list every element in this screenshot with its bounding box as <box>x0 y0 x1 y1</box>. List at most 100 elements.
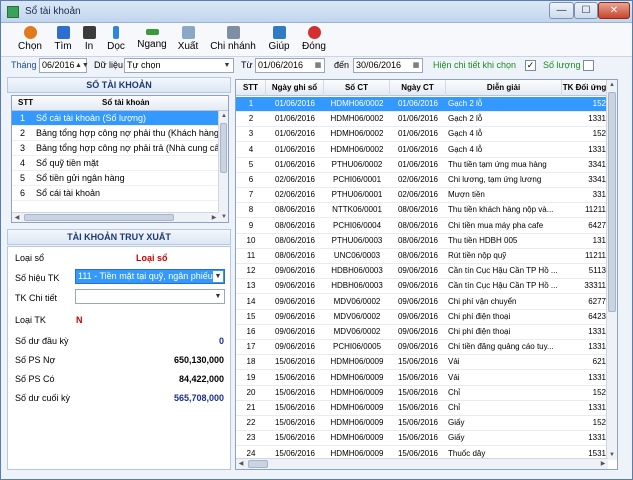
table-row[interactable]: 22 15/06/2016 HDMH06/0009 15/06/2016 Giấy 152 <box>236 416 608 432</box>
scroll-up-icon[interactable]: ▲ <box>607 80 617 90</box>
from-date-input[interactable]: 01/06/2016 ▦ <box>255 58 325 73</box>
minimize-button[interactable]: — <box>549 2 574 19</box>
cell-voucher-date: 09/06/2016 <box>397 327 439 336</box>
cell-contra-account: 152 <box>592 129 606 139</box>
table-row[interactable]: 23 15/06/2016 HDMH06/0009 15/06/2016 Giấy 133… <box>236 431 608 447</box>
table-row[interactable]: 11 08/06/2016 UNC06/0003 08/06/2016 Rút tiền… <box>236 249 608 264</box>
table-row[interactable]: 7 02/06/2016 PTHU06/0001 02/06/2016 Mượn tiề… <box>236 188 608 204</box>
cell-contra-account: 6277 <box>588 296 606 306</box>
branch-button[interactable]: Chi nhánh <box>209 25 257 55</box>
cell-voucher-no: HDBH06/0003 <box>331 266 383 276</box>
cell-description: Rút tiền nộp quỹ <box>448 251 507 260</box>
spinner-icon[interactable]: ▲▼ <box>75 60 89 71</box>
list-item[interactable]: 6 Sổ cái tài khoản <box>12 186 228 201</box>
col-voucher-date[interactable]: Ngày CT <box>390 80 446 96</box>
account-number-select[interactable]: 111 - Tiền mặt tại quỹ, ngân phiếu ▼ <box>75 269 225 284</box>
table-row[interactable]: 20 15/06/2016 HDMH06/0009 15/06/2016 Chỉ 152 <box>236 386 608 401</box>
account-number-value: 111 - Tiền mặt tại quỹ, ngân phiếu <box>78 271 213 281</box>
data-source-select[interactable]: Tự chọn ▼ <box>124 58 234 73</box>
account-type-label: Loại TK <box>15 315 46 325</box>
list-item[interactable]: 5 Sổ tiền gửi ngân hàng <box>12 171 228 186</box>
table-row[interactable]: 13 09/06/2016 HDBH06/0003 09/06/2016 Cần tín… <box>236 279 608 295</box>
cell-posting-date: 01/06/2016 <box>274 144 316 154</box>
help-button[interactable]: Giúp <box>265 25 293 55</box>
table-row[interactable]: 21 15/06/2016 HDMH06/0009 15/06/2016 Chỉ 1331 <box>236 401 608 416</box>
list-item[interactable]: 4 Sổ quỹ tiền mặt <box>12 156 228 171</box>
cell-voucher-date: 02/06/2016 <box>397 190 439 200</box>
calendar-icon[interactable]: ▦ <box>313 60 323 71</box>
cell-contra-account: 331 <box>592 190 606 200</box>
vertical-scrollbar[interactable]: ▲ ▼ <box>218 111 228 222</box>
table-row[interactable]: 1 01/06/2016 HDMH06/0002 01/06/2016 Gạch 2 l… <box>236 97 608 112</box>
show-detail-checkbox[interactable]: ✓ <box>525 60 536 71</box>
scroll-left-icon[interactable]: ◀ <box>12 213 22 222</box>
table-row[interactable]: 8 08/06/2016 NTTK06/0001 08/06/2016 Thu tiền… <box>236 203 608 219</box>
table-row[interactable]: 10 08/06/2016 PTHU06/0003 08/06/2016 Thu tiề… <box>236 234 608 249</box>
scroll-right-icon[interactable]: ▶ <box>598 459 608 469</box>
calendar-icon[interactable]: ▦ <box>411 60 421 71</box>
choose-button[interactable]: Chọn <box>13 25 47 55</box>
chevron-down-icon[interactable]: ▼ <box>213 291 223 302</box>
scroll-down-icon[interactable]: ▼ <box>607 450 617 460</box>
cell-posting-date: 09/06/2016 <box>274 281 316 291</box>
cell-posting-date: 02/06/2016 <box>274 175 316 184</box>
quantity-checkbox[interactable] <box>583 60 594 71</box>
col-stt[interactable]: STT <box>236 80 266 96</box>
chevron-down-icon[interactable]: ▼ <box>213 271 223 282</box>
table-row[interactable]: 4 01/06/2016 HDMH06/0002 01/06/2016 Gạch 4 l… <box>236 143 608 158</box>
month-spinner[interactable]: 06/2016 ▲▼ <box>39 58 89 73</box>
to-label: đến <box>334 60 350 70</box>
cell-contra-account: 131 <box>592 235 606 245</box>
horizontal-scrollbar[interactable]: ◀ ▶ <box>12 212 219 222</box>
detail-account-select[interactable]: ▼ <box>75 289 225 304</box>
cell-posting-date: 15/06/2016 <box>274 403 316 412</box>
table-row[interactable]: 15 09/06/2016 MDV06/0002 09/06/2016 Chi phí … <box>236 310 608 325</box>
table-row[interactable]: 14 09/06/2016 MDV06/0002 09/06/2016 Chi phí … <box>236 295 608 310</box>
scroll-left-icon[interactable]: ◀ <box>236 459 246 469</box>
landscape-button[interactable]: Ngang <box>135 25 169 55</box>
table-row[interactable]: 12 09/06/2016 HDBH06/0003 09/06/2016 Cần tín… <box>236 264 608 280</box>
table-row[interactable]: 3 01/06/2016 HDMH06/0002 01/06/2016 Gạch 4 l… <box>236 127 608 143</box>
vertical-scrollbar[interactable]: ▲ ▼ <box>606 80 617 460</box>
scroll-thumb[interactable] <box>220 123 227 173</box>
col-voucher-no[interactable]: Số CT <box>324 80 390 96</box>
col-contra-account[interactable]: TK Đối ứng <box>562 80 608 96</box>
table-row[interactable]: 5 01/06/2016 PTHU06/0002 01/06/2016 Thu tiền… <box>236 158 608 173</box>
cell-voucher-no: PTHU06/0002 <box>331 159 383 169</box>
list-item[interactable]: 2 Bảng tổng hợp công nợ phải thu (Khách … <box>12 126 228 141</box>
scroll-thumb[interactable] <box>248 460 268 468</box>
maximize-button[interactable]: ☐ <box>574 2 598 19</box>
close-window-button[interactable]: ✕ <box>598 2 630 19</box>
cell-voucher-no: HDMH06/0009 <box>330 433 384 443</box>
table-row[interactable]: 6 02/06/2016 PCHI06/0001 02/06/2016 Chi lươn… <box>236 173 608 188</box>
table-row[interactable]: 2 01/06/2016 HDMH06/0002 01/06/2016 Gạch 2 l… <box>236 112 608 128</box>
scroll-thumb[interactable] <box>24 214 174 221</box>
export-button[interactable]: Xuất <box>174 25 202 55</box>
horizontal-scrollbar[interactable]: ◀ ▶ <box>236 458 608 469</box>
chevron-down-icon[interactable]: ▼ <box>222 60 232 71</box>
col-description[interactable]: Diễn giải <box>446 80 562 96</box>
print-button[interactable]: In <box>79 25 99 55</box>
cell-voucher-no: HDMH06/0002 <box>330 129 384 139</box>
scroll-right-icon[interactable]: ▶ <box>209 213 219 222</box>
close-button[interactable]: Đóng <box>299 25 329 55</box>
to-date-input[interactable]: 30/06/2016 ▦ <box>353 58 423 73</box>
cell-contra-account: 1331 <box>588 114 606 124</box>
portrait-button[interactable]: Dọc <box>103 25 129 55</box>
cell-posting-date: 15/06/2016 <box>274 433 316 443</box>
table-row[interactable]: 17 09/06/2016 PCHI06/0005 09/06/2016 Chi tiề… <box>236 340 608 356</box>
scroll-down-icon[interactable]: ▼ <box>219 212 228 222</box>
window: Sổ tài khoản — ☐ ✕ Chọn Tìm In Dọc Ngang… <box>0 0 633 480</box>
search-button[interactable]: Tìm <box>51 25 75 55</box>
list-item[interactable]: 1 Sổ cái tài khoản (Số lượng) <box>12 111 228 126</box>
table-row[interactable]: 18 15/06/2016 HDMH06/0009 15/06/2016 Vải 621 <box>236 355 608 371</box>
table-row[interactable]: 9 08/06/2016 PCHI06/0004 08/06/2016 Chi tiền… <box>236 219 608 234</box>
table-row[interactable]: 16 09/06/2016 MDV06/0002 09/06/2016 Chi phí … <box>236 325 608 340</box>
branch-icon <box>226 26 240 39</box>
scroll-up-icon[interactable]: ▲ <box>219 111 228 121</box>
table-row[interactable]: 19 15/06/2016 HDMH06/0009 15/06/2016 Vải 1331 <box>236 371 608 386</box>
col-posting-date[interactable]: Ngày ghi sổ <box>266 80 324 96</box>
cell-stt: 15 <box>246 311 256 321</box>
list-item[interactable]: 3 Bảng tổng hợp công nợ phải trả (Nhà cu… <box>12 141 228 156</box>
scroll-thumb[interactable] <box>608 92 616 312</box>
